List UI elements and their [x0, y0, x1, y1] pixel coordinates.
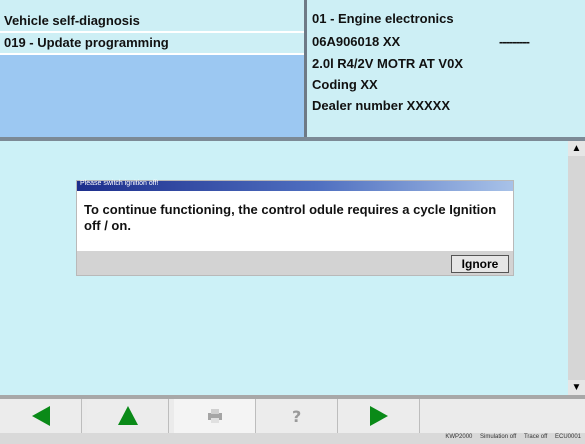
dialog-message: To continue functioning, the control odu… [84, 202, 497, 233]
function-subtitle: 019 - Update programming [4, 35, 169, 50]
part-number-dashes: --------- [499, 34, 530, 49]
back-button[interactable] [0, 399, 82, 433]
module-name: 01 - Engine electronics [312, 11, 454, 26]
forward-button[interactable] [338, 399, 420, 433]
function-title: Vehicle self-diagnosis [4, 13, 140, 28]
arrow-right-icon [369, 406, 388, 426]
help-icon: ? [292, 407, 301, 425]
engine-description: 2.0l R4/2V MOTR AT V0X [312, 56, 463, 71]
bottom-toolbar: ? [0, 395, 585, 433]
status-ecu: ECU0001 [554, 434, 581, 440]
print-button[interactable] [174, 399, 256, 433]
dialog-titlebar: Please switch ignition off! [77, 180, 513, 191]
coding-value: Coding XX [312, 77, 378, 92]
arrow-left-icon [31, 406, 50, 426]
status-simulation: Simulation off [480, 434, 517, 440]
part-number: 06A906018 XX [312, 34, 401, 49]
scroll-down-icon[interactable]: ▼ [568, 380, 585, 395]
ecu-info-panel: 01 - Engine electronics 06A906018 XX ---… [307, 0, 585, 137]
status-items: KWP2000 Simulation off Trace off ECU0001 [439, 434, 581, 440]
diagnosis-window: Vehicle self-diagnosis 019 - Update prog… [0, 0, 585, 444]
header-left-panel: Vehicle self-diagnosis 019 - Update prog… [0, 0, 304, 137]
scroll-up-icon[interactable]: ▲ [568, 141, 585, 156]
status-trace: Trace off [523, 434, 548, 440]
dealer-number: Dealer number XXXXX [312, 98, 450, 113]
ignore-button[interactable]: Ignore [451, 255, 509, 273]
up-button[interactable] [87, 399, 169, 433]
status-bar: KWP2000 Simulation off Trace off ECU0001 [0, 433, 585, 444]
status-protocol: KWP2000 [445, 434, 473, 440]
arrow-up-icon [117, 406, 138, 425]
dialog-title: Please switch ignition off! [80, 180, 159, 187]
vertical-scrollbar[interactable]: ▲ ▼ [568, 141, 585, 395]
printer-icon [207, 409, 222, 423]
dialog-footer: Ignore [77, 251, 513, 275]
svg-text:?: ? [292, 407, 301, 425]
help-button[interactable]: ? [256, 399, 338, 433]
function-list-panel [0, 55, 304, 137]
ignition-dialog: Please switch ignition off! To continue … [76, 180, 514, 276]
